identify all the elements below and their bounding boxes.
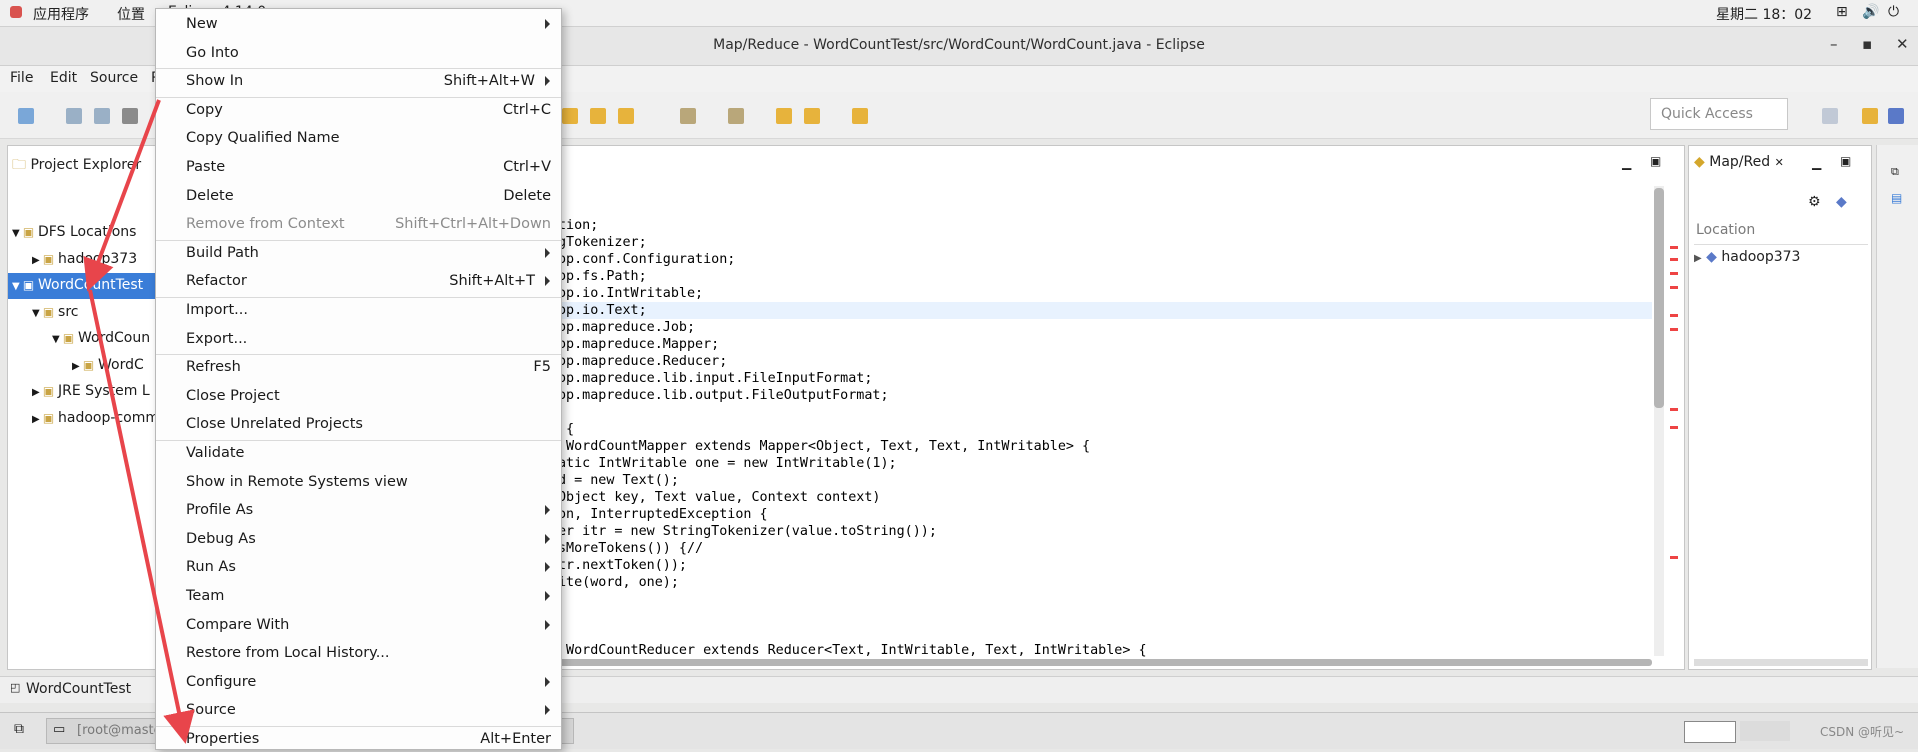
arrow-to-properties [88, 289, 195, 744]
annotation-arrows [83, 99, 195, 744]
arrow-to-project [83, 99, 161, 292]
